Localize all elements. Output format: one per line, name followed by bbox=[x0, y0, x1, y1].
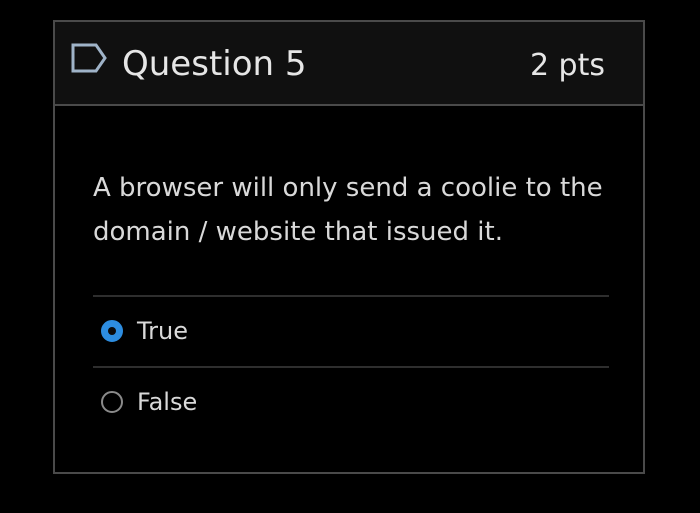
radio-selected-icon[interactable] bbox=[101, 320, 123, 342]
answer-divider bbox=[93, 366, 609, 368]
question-header: Question 5 2 pts bbox=[55, 22, 643, 106]
answer-label-true: True bbox=[137, 317, 188, 345]
question-card: Question 5 2 pts A browser will only sen… bbox=[53, 20, 645, 474]
answer-option-false[interactable]: False bbox=[101, 384, 197, 420]
question-title: Question 5 bbox=[122, 44, 307, 84]
flag-icon[interactable] bbox=[70, 42, 108, 74]
question-text: A browser will only send a coolie to the… bbox=[93, 173, 603, 247]
radio-unselected-icon[interactable] bbox=[101, 391, 123, 413]
question-points: 2 pts bbox=[529, 48, 605, 83]
answer-option-true[interactable]: True bbox=[101, 313, 188, 349]
answer-label-false: False bbox=[137, 388, 198, 416]
answer-divider bbox=[93, 295, 609, 297]
